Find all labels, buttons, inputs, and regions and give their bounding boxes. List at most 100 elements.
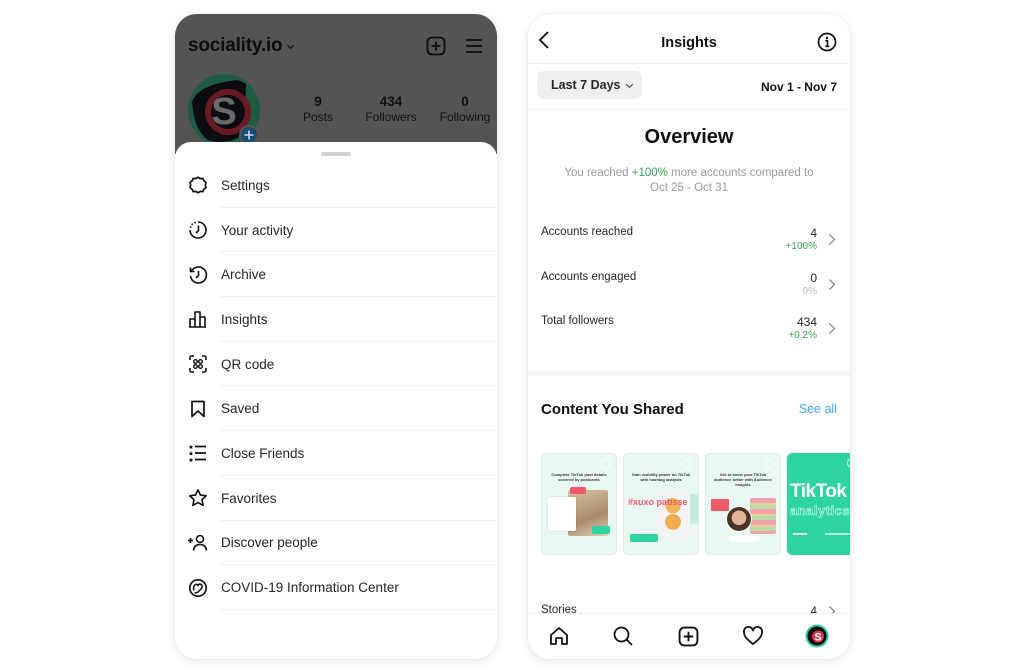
tab-activity[interactable] [741,624,765,648]
metrics-list: Accounts reached 4 +100% Accounts engage… [528,224,850,358]
profile-avatar-icon: S [805,624,829,648]
content-thumbnail[interactable]: Gain visibility power on TikTok with has… [623,453,699,555]
menu-item-label: COVID-19 Information Center [221,580,399,596]
menu-item-label: Settings [221,177,270,193]
menu-item-label: Favorites [221,490,277,506]
menu-item-label: Archive [221,267,267,283]
tab-new-post[interactable] [676,624,700,648]
thumbnail-button [730,536,760,542]
carousel-icon [764,459,774,469]
avatar[interactable]: S [188,74,260,146]
thumbnail-portrait [726,506,752,532]
menu-item-saved[interactable]: Saved [175,386,497,431]
thumbnail-subtitle: analytics [790,503,850,519]
hamburger-menu-icon[interactable] [464,37,484,55]
menu-item-qr-code[interactable]: QR code [175,342,497,387]
profile-header-dimmed: sociality.io S 9 Posts 434 Followers 0 F… [175,14,497,154]
plus-square-icon[interactable] [426,36,446,56]
menu-item-covid-info[interactable]: COVID-19 Information Center [175,565,497,610]
menu-item-label: Saved [221,401,260,417]
thumbnail-photo [750,498,776,534]
archive-icon [187,264,209,286]
menu-sheet: Settings Your activity Archive Insights … [175,142,497,659]
menu-item-close-friends[interactable]: Close Friends [175,431,497,476]
content-thumbnail[interactable]: Get to know your TikTok audience better … [705,453,781,555]
activity-icon [187,219,209,241]
tab-profile[interactable]: S [805,624,829,648]
thumbnail-chart [711,499,729,511]
metric-value: 0 [810,270,817,285]
tab-search[interactable] [611,624,635,648]
stat-value: 0 [461,94,469,109]
metric-label: Accounts reached [541,226,634,238]
stat-followers[interactable]: 434 Followers [355,94,427,124]
summary-prefix: You reached [564,167,632,179]
username[interactable]: sociality.io [188,35,283,57]
heart-icon [743,626,763,645]
qr-code-icon [187,353,209,375]
thumbnail-badge [592,526,610,534]
thumbnail-caption: Get to know your TikTok audience better … [714,472,772,487]
svg-text:S: S [211,91,236,133]
menu-item-label: Insights [221,311,268,327]
chevron-right-icon [829,234,836,245]
thumbnail-card [548,497,576,531]
menu-item-archive[interactable]: Archive [175,252,497,297]
plus-square-icon [678,626,698,646]
content-thumbnail[interactable]: Complete TikTok post details covered by … [541,453,617,555]
menu-item-insights[interactable]: Insights [175,297,497,342]
info-icon[interactable] [817,32,837,52]
metric-label: Accounts engaged [541,270,637,283]
metric-delta: +100% [785,241,817,252]
summary-highlight: +100% [631,167,668,179]
metric-accounts-reached[interactable]: Accounts reached 4 +100% [528,224,850,269]
add-person-icon [187,532,209,554]
menu-item-label: Your activity [221,222,294,238]
date-range-row: Last 7 Days Nov 1 - Nov 7 [528,64,850,110]
chevron-down-icon[interactable] [286,42,295,51]
menu-item-label: Discover people [221,535,318,551]
stat-label: Posts [302,110,333,124]
carousel-icon [600,459,610,469]
summary-suffix: more accounts compared to [667,167,814,179]
covid-info-icon [187,577,209,599]
chevron-right-icon [829,323,836,334]
menu-item-settings[interactable]: Settings [175,163,497,208]
tab-home[interactable] [547,624,571,648]
metric-delta: 0% [802,285,817,297]
insights-icon [187,308,209,330]
menu-item-label: Close Friends [221,445,305,461]
profile-screen: sociality.io S 9 Posts 434 Followers 0 F… [175,14,497,659]
svg-text:S: S [814,632,821,644]
metric-delta: +0.2% [788,330,817,341]
carousel-icon [847,458,850,468]
section-divider [528,370,850,376]
menu-item-your-activity[interactable]: Your activity [175,208,497,253]
thumbnail-caption: Complete TikTok post details covered by … [551,472,607,482]
menu-item-discover-people[interactable]: Discover people [175,521,497,566]
settings-icon [187,174,209,196]
metric-total-followers[interactable]: Total followers 434 +0.2% [528,313,850,358]
thumbnail-badge [630,534,658,542]
stat-value: 434 [379,94,403,109]
metric-label: Total followers [541,315,614,327]
insights-header: Insights [528,14,850,64]
summary-compare-range: Oct 25 - Oct 31 [650,182,728,194]
stat-following[interactable]: 0 Following [435,94,495,124]
content-thumbnail[interactable]: TikTok analytics [787,453,850,555]
insights-screen: Insights Last 7 Days Nov 1 - Nov 7 Overv… [528,14,850,659]
thumbnail-footer-left [793,533,807,535]
thumbnail-footer-right [825,533,850,535]
metric-value: 4 [810,226,817,240]
search-icon [613,626,633,646]
metric-accounts-engaged[interactable]: Accounts engaged 0 0% [528,269,850,314]
menu-item-favorites[interactable]: Favorites [175,476,497,521]
page-title: Insights [661,35,717,51]
thumbnail-hashtag: #xuxo patisse [628,497,688,507]
date-range-dropdown[interactable]: Last 7 Days [537,71,642,99]
content-section-title: Content You Shared [541,401,684,418]
stat-posts[interactable]: 9 Posts [295,94,341,124]
chevron-right-icon [829,278,836,290]
see-all-link[interactable]: See all [799,402,837,416]
sheet-grabber[interactable] [321,152,351,156]
